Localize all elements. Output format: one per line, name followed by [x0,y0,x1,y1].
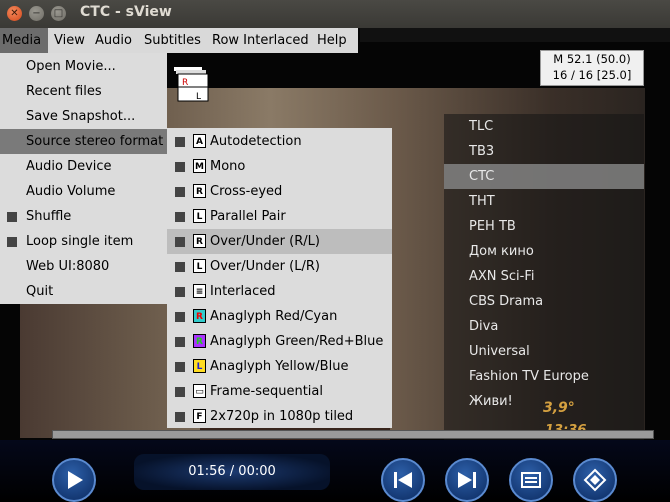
over-under-rl-icon: R [193,234,206,248]
menu-item-audio-device[interactable]: Audio Device [0,154,167,179]
menu-item-interlaced[interactable]: ≡ Interlaced [167,279,392,304]
skip-back-icon [394,472,412,488]
menu-item-recent-files[interactable]: Recent files [0,79,167,104]
anaglyph-green-icon: R [193,334,206,348]
playlist-icon [521,472,541,488]
channel-item[interactable]: Дом кино [444,239,644,264]
radio-icon [175,412,185,422]
playback-controls: 01:56 / 00:00 [0,440,670,502]
close-icon[interactable]: ✕ [7,6,22,21]
radio-icon [175,287,185,297]
weather-temp: 3,9° [543,400,575,416]
menu-view[interactable]: View [54,28,85,53]
channel-item[interactable]: Diva [444,314,644,339]
menu-row-interlaced[interactable]: Row Interlaced [212,28,309,53]
menu-item-save-snapshot[interactable]: Save Snapshot... [0,104,167,129]
channel-item[interactable]: PEH TB [444,214,644,239]
fullscreen-button[interactable] [573,458,617,502]
radio-icon [175,387,185,397]
channel-item-selected[interactable]: CTC [444,164,644,189]
anaglyph-red-cyan-icon: R [193,309,206,323]
svg-text:L: L [196,92,201,102]
channel-item[interactable]: THT [444,189,644,214]
menu-item-mono[interactable]: M Mono [167,154,392,179]
radio-icon [175,262,185,272]
radio-icon [175,312,185,322]
fullscreen-icon [583,468,607,492]
menu-item-web-ui[interactable]: Web UI:8080 [0,254,167,279]
parallel-pair-icon: L [193,209,206,223]
media-menu: Open Movie... Recent files Save Snapshot… [0,53,167,304]
next-button[interactable] [445,458,489,502]
menu-item-over-under-rl[interactable]: R Over/Under (R/L) [167,229,392,254]
menu-item-source-stereo-format[interactable]: Source stereo format [0,129,167,154]
skip-forward-icon [458,472,476,488]
seek-bar[interactable] [52,430,654,439]
menu-item-autodetection[interactable]: A Autodetection [167,129,392,154]
frame-sequential-icon: ▭ [193,384,206,398]
info-line-1: M 52.1 (50.0) [553,52,631,66]
menu-help[interactable]: Help [317,28,347,53]
menu-audio[interactable]: Audio [95,28,132,53]
menu-item-anaglyph-red-cyan[interactable]: R Anaglyph Red/Cyan [167,304,392,329]
tiled-icon: F [193,409,206,423]
menu-item-parallel-pair[interactable]: L Parallel Pair [167,204,392,229]
menu-item-cross-eyed[interactable]: R Cross-eyed [167,179,392,204]
anaglyph-yellow-icon: L [193,359,206,373]
radio-icon [175,362,185,372]
menu-item-audio-volume[interactable]: Audio Volume [0,179,167,204]
menu-item-open-movie[interactable]: Open Movie... [0,54,167,79]
menu-bar: Media View Audio Subtitles Row Interlace… [0,28,358,53]
play-button[interactable] [52,458,96,502]
menu-media[interactable]: Media [0,28,48,53]
stereo-format-menu: A Autodetection M Mono R Cross-eyed L Pa… [167,128,392,428]
stereo-format-icon: R L [174,67,210,103]
menu-item-quit[interactable]: Quit [0,279,167,304]
previous-button[interactable] [381,458,425,502]
radio-icon [175,337,185,347]
svg-text:R: R [182,78,188,88]
channel-item[interactable]: TLC [444,114,644,139]
channel-item[interactable]: TB3 [444,139,644,164]
menu-item-over-under-lr[interactable]: L Over/Under (L/R) [167,254,392,279]
radio-icon [175,237,185,247]
channel-item[interactable]: AXN Sci-Fi [444,264,644,289]
radio-icon [175,212,185,222]
radio-icon [175,162,185,172]
window-title: CTC - sView [80,4,172,20]
radio-icon [175,137,185,147]
menu-item-tiled[interactable]: F 2x720p in 1080p tiled [167,404,392,429]
title-bar: ✕ − □ CTC - sView [0,0,670,28]
over-under-lr-icon: L [193,259,206,273]
menu-subtitles[interactable]: Subtitles [144,28,201,53]
play-icon [68,471,83,489]
radio-icon [175,187,185,197]
menu-item-loop-single[interactable]: Loop single item [0,229,167,254]
checkbox-icon [7,212,17,222]
channel-item[interactable]: CBS Drama [444,289,644,314]
cross-eyed-icon: R [193,184,206,198]
video-top-strip [360,28,670,42]
channel-item[interactable]: Universal [444,339,644,364]
playlist-button[interactable] [509,458,553,502]
channel-item[interactable]: Fashion TV Europe [444,364,644,389]
interlaced-icon: ≡ [193,284,206,298]
autodetect-icon: A [193,134,206,148]
time-display: 01:56 / 00:00 [134,454,330,490]
menu-item-anaglyph-yellow-blue[interactable]: L Anaglyph Yellow/Blue [167,354,392,379]
menu-item-anaglyph-green[interactable]: R Anaglyph Green/Red+Blue [167,329,392,354]
mono-icon: M [193,159,206,173]
minimize-icon[interactable]: − [29,6,44,21]
info-line-2: 16 / 16 [25.0] [552,68,632,82]
channel-list: TLC TB3 CTC THT PEH TB Дом кино AXN Sci-… [444,114,644,440]
maximize-icon[interactable]: □ [51,6,66,21]
menu-item-shuffle[interactable]: Shuffle [0,204,167,229]
menu-item-frame-sequential[interactable]: ▭ Frame-sequential [167,379,392,404]
stream-info-box: M 52.1 (50.0) 16 / 16 [25.0] [540,50,644,86]
checkbox-icon [7,237,17,247]
